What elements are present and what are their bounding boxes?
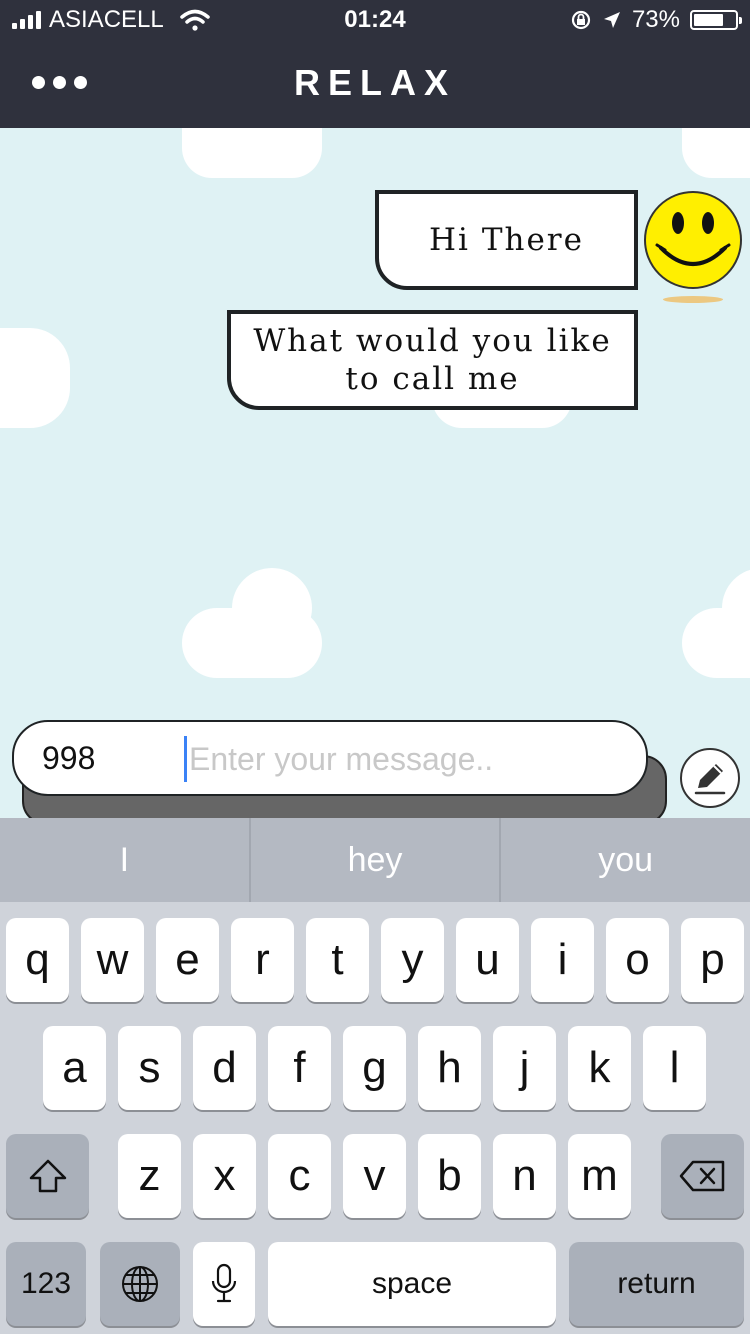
numbers-key[interactable]: 123 xyxy=(6,1242,86,1326)
status-bar: ASIACELL 01:24 73% xyxy=(0,0,750,40)
key-p[interactable]: p xyxy=(681,918,744,1002)
message-bubble: Hi There xyxy=(375,190,638,290)
rotation-lock-icon xyxy=(571,10,591,30)
globe-key[interactable] xyxy=(100,1242,180,1326)
key-l[interactable]: l xyxy=(643,1026,706,1110)
message-composer: 998 xyxy=(12,720,648,796)
chat-area[interactable]: Hi There What would you like to call me xyxy=(0,128,750,818)
shift-key[interactable] xyxy=(6,1134,89,1218)
key-o[interactable]: o xyxy=(606,918,669,1002)
key-r[interactable]: r xyxy=(231,918,294,1002)
battery-percent: 73% xyxy=(631,6,680,33)
globe-icon xyxy=(122,1266,158,1302)
key-g[interactable]: g xyxy=(343,1026,406,1110)
key-q[interactable]: q xyxy=(6,918,69,1002)
return-key[interactable]: return xyxy=(569,1242,744,1326)
cloud-decoration xyxy=(682,568,750,678)
delete-key[interactable] xyxy=(661,1134,744,1218)
key-d[interactable]: d xyxy=(193,1026,256,1110)
composer-value: 998 xyxy=(42,740,96,776)
pencil-icon[interactable] xyxy=(680,748,740,808)
message-text: What would you like to call me xyxy=(253,323,612,397)
key-u[interactable]: u xyxy=(456,918,519,1002)
key-j[interactable]: j xyxy=(493,1026,556,1110)
key-n[interactable]: n xyxy=(493,1134,556,1218)
battery-fill xyxy=(694,14,724,26)
battery-icon xyxy=(690,10,742,30)
suggestion-item[interactable]: you xyxy=(501,818,750,902)
suggestion-item[interactable]: I xyxy=(0,818,251,902)
mic-key[interactable] xyxy=(193,1242,255,1326)
cloud-decoration xyxy=(0,328,70,428)
suggestion-bar: I hey you xyxy=(0,818,750,902)
key-k[interactable]: k xyxy=(568,1026,631,1110)
status-right: 73% xyxy=(570,6,742,34)
key-x[interactable]: x xyxy=(193,1134,256,1218)
suggestion-item[interactable]: hey xyxy=(251,818,502,902)
message-input[interactable] xyxy=(184,736,631,782)
key-f[interactable]: f xyxy=(268,1026,331,1110)
key-v[interactable]: v xyxy=(343,1134,406,1218)
avatar-shadow xyxy=(663,296,723,303)
key-a[interactable]: a xyxy=(43,1026,106,1110)
nav-bar: RELAX xyxy=(0,40,750,128)
cloud-decoration xyxy=(182,128,322,178)
microphone-icon xyxy=(211,1263,237,1303)
key-t[interactable]: t xyxy=(306,918,369,1002)
cloud-decoration xyxy=(682,128,750,178)
key-m[interactable]: m xyxy=(568,1134,631,1218)
key-w[interactable]: w xyxy=(81,918,144,1002)
shift-arrow-icon xyxy=(29,1159,66,1193)
key-b[interactable]: b xyxy=(418,1134,481,1218)
space-key[interactable]: space xyxy=(268,1242,556,1326)
key-c[interactable]: c xyxy=(268,1134,331,1218)
key-z[interactable]: z xyxy=(118,1134,181,1218)
location-arrow-icon xyxy=(603,12,620,28)
key-h[interactable]: h xyxy=(418,1026,481,1110)
cloud-decoration xyxy=(182,568,322,678)
keyboard: I hey you qwertyuiop asdfghjkl zxcvbnm 1… xyxy=(0,818,750,1334)
key-s[interactable]: s xyxy=(118,1026,181,1110)
backspace-icon xyxy=(679,1160,724,1192)
message-text: Hi There xyxy=(429,222,584,258)
app-title: RELAX xyxy=(293,62,456,103)
key-i[interactable]: i xyxy=(531,918,594,1002)
message-bubble: What would you like to call me xyxy=(227,310,638,410)
key-y[interactable]: y xyxy=(381,918,444,1002)
key-e[interactable]: e xyxy=(156,918,219,1002)
smiley-face-icon xyxy=(644,191,742,289)
